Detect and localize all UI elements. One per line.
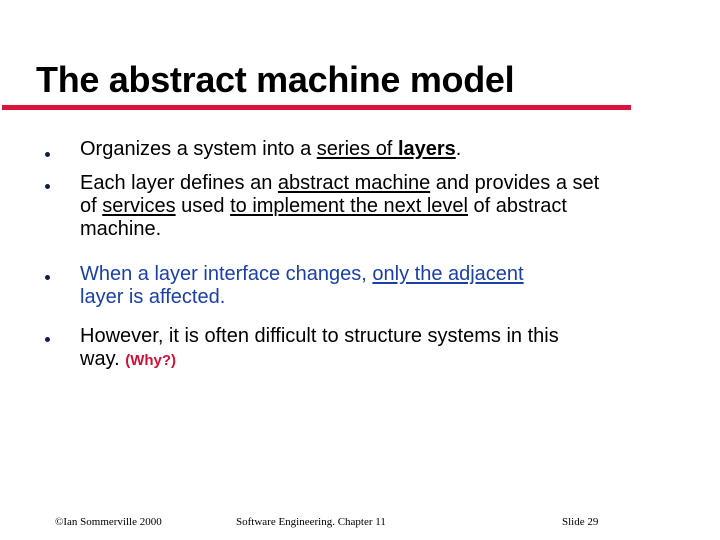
bullet-text-run: services	[102, 195, 176, 217]
slide-title: The abstract machine model	[36, 59, 515, 100]
bullet-text-run: series of	[316, 138, 398, 160]
bullet-dot-icon	[45, 152, 50, 157]
bullet-text-run: used	[175, 195, 231, 217]
footer-course: Software Engineering. Chapter 11	[236, 516, 386, 528]
footer-slide-number: Slide 29	[562, 516, 599, 528]
bullet-item-1: Organizes a system into a series of laye…	[80, 138, 640, 161]
bullet-dot-icon	[45, 337, 50, 342]
bullet-dot-icon	[45, 275, 50, 280]
bullet-item-4: However, it is often difficult to struct…	[80, 325, 600, 372]
bullet-text-run: layer is affected.	[80, 286, 226, 308]
bullet-text-run: Each layer defines an	[80, 172, 278, 194]
why-callout: (Why?)	[125, 352, 177, 369]
bullet-item-2: Each layer defines an abstract machine a…	[80, 172, 610, 241]
bullet-text-run: .	[455, 138, 462, 160]
bullet-dot-icon	[45, 184, 50, 189]
title-underline-rule	[2, 105, 631, 110]
bullet-text-run: layers	[397, 138, 456, 160]
footer-copyright: ©Ian Sommerville 2000	[55, 516, 162, 528]
bullet-text-run: to implement the next level	[230, 195, 468, 217]
bullet-text-run: Organizes a system into a	[80, 138, 317, 160]
bullet-text-run: When a layer interface changes,	[80, 263, 373, 285]
bullet-text-run: only the adjacent	[372, 263, 524, 285]
bullet-item-3: When a layer interface changes, only the…	[80, 263, 530, 309]
bullet-text-run: abstract machine	[277, 172, 431, 194]
